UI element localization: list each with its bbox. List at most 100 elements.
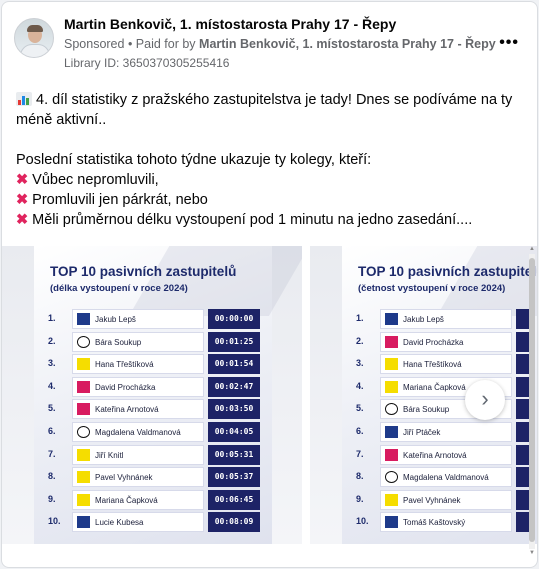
ad-card: Martin Benkovič, 1. místostarosta Prahy … — [1, 1, 538, 568]
paid-for-prefix: Paid for by — [135, 37, 200, 51]
ranking-row: 10. Lucie Kubesa 00:08:09 — [48, 511, 262, 534]
ranking-row: 1. Jakub Lepš 00:00:00 — [48, 308, 262, 331]
party-logo-icon — [385, 313, 398, 325]
party-logo-icon — [385, 358, 398, 371]
ranking-row: 2. David Procházka — [356, 331, 537, 354]
name-cell: Jakub Lepš — [72, 309, 204, 329]
rank-number: 1. — [356, 313, 364, 323]
name-cell: Jiří Knitl — [72, 444, 204, 465]
carousel-slide-1[interactable]: TOP 10 pasivních zastupitelů (délka vyst… — [2, 246, 302, 544]
name-cell: Kateřina Arnotová — [72, 399, 204, 420]
rank-number: 7. — [48, 448, 56, 459]
rank-number: 10. — [48, 516, 61, 527]
name-cell: Lucie Kubesa — [72, 512, 204, 533]
party-logo-icon — [385, 493, 398, 506]
cross-mark-icon: ✖ — [16, 192, 29, 208]
representative-name: Jiří Knitl — [95, 450, 124, 460]
representative-name: Pavel Vyhnánek — [95, 473, 153, 483]
rank-number: 3. — [356, 358, 364, 369]
name-cell: Jiří Ptáček — [380, 421, 512, 442]
representative-name: Lucie Kubesa — [95, 518, 144, 528]
ranking-row: 4. David Procházka 00:02:47 — [48, 376, 262, 399]
rank-number: 4. — [48, 380, 56, 391]
name-cell: Tomáš Kaštovský — [380, 512, 512, 533]
party-logo-icon — [385, 380, 398, 393]
library-id: Library ID: 3650370305255416 — [64, 56, 230, 70]
representative-name: Pavel Vyhnánek — [403, 495, 461, 505]
scroll-down-arrow[interactable]: ▼ — [529, 550, 535, 556]
name-cell: Jakub Lepš — [380, 309, 512, 329]
rank-number: 1. — [48, 313, 56, 323]
rank-number: 7. — [356, 448, 364, 459]
ranking-row: 1. Jakub Lepš — [356, 308, 537, 331]
party-logo-icon — [77, 448, 90, 461]
paid-for-by-link[interactable]: Martin Benkovič, 1. místostarosta Prahy … — [199, 37, 496, 51]
value-cell: 00:03:50 — [208, 399, 260, 420]
ranking-row: 8. Magdalena Valdmanová — [356, 466, 537, 489]
bullet-3: ✖ Měli průměrnou délku vystoupení pod 1 m… — [16, 212, 473, 228]
representative-name: Hana Třeštíková — [95, 360, 154, 370]
representative-name: Mariana Čapková — [403, 382, 466, 392]
page-name-link[interactable]: Martin Benkovič, 1. místostarosta Prahy … — [64, 16, 396, 32]
text-line-1: 4. díl statistiky z pražského zastupitel… — [16, 90, 523, 110]
name-cell: Magdalena Valdmanová — [380, 467, 512, 488]
post-text: 4. díl statistiky z pražského zastupitel… — [16, 90, 523, 230]
sponsored-label: Sponsored — [64, 37, 125, 51]
more-horizontal-icon[interactable]: ••• — [499, 34, 519, 52]
representative-name: Jakub Lepš — [95, 315, 136, 324]
ranking-row: 4. Mariana Čapková — [356, 376, 537, 399]
rank-number: 8. — [356, 471, 364, 482]
name-cell: David Procházka — [380, 331, 512, 352]
poster-title: TOP 10 pasivních zastupitelů — [50, 264, 237, 279]
chevron-right-icon[interactable]: › — [465, 380, 505, 420]
representative-name: David Procházka — [403, 337, 464, 347]
rank-number: 6. — [356, 425, 364, 436]
name-cell: David Procházka — [72, 376, 204, 397]
scrollbar-thumb[interactable] — [529, 258, 535, 542]
rank-number: 5. — [356, 403, 364, 414]
party-logo-icon — [77, 335, 90, 348]
party-logo-icon — [77, 516, 90, 529]
representative-name: Bára Soukup — [95, 337, 142, 347]
poster-image: TOP 10 pasivních zastupitelů (četnost vy… — [342, 246, 537, 544]
representative-name: David Procházka — [95, 382, 156, 392]
poster-subtitle: (délka vystoupení v roce 2024) — [50, 283, 188, 294]
party-logo-icon — [77, 313, 90, 325]
rank-number: 8. — [48, 471, 56, 482]
ranking-row: 3. Hana Třeštíková — [356, 353, 537, 376]
ranking-row: 6. Magdalena Valdmanová 00:04:05 — [48, 421, 262, 444]
ranking-list: 1. Jakub Lepš 2. David Procházka 3. Hana Třeš… — [356, 308, 537, 534]
rank-number: 6. — [48, 425, 56, 436]
text-line-2: méně aktivní.. — [16, 112, 107, 128]
party-logo-icon — [385, 516, 398, 529]
representative-name: Jakub Lepš — [403, 315, 444, 324]
representative-name: Mariana Čapková — [95, 495, 158, 505]
ranking-row: 7. Jiří Knitl 00:05:31 — [48, 444, 262, 467]
value-cell: 00:06:45 — [208, 489, 260, 510]
ranking-row: 6. Jiří Ptáček — [356, 421, 537, 444]
value-cell: 00:01:25 — [208, 331, 260, 352]
representative-name: Magdalena Valdmanová — [95, 427, 181, 437]
name-cell: Mariana Čapková — [72, 489, 204, 510]
representative-name: Kateřina Arnotová — [95, 405, 159, 415]
scroll-up-arrow[interactable]: ▲ — [529, 246, 535, 252]
scrollbar[interactable] — [529, 254, 535, 549]
party-logo-icon — [77, 471, 90, 484]
value-cell: 00:05:31 — [208, 444, 260, 465]
rank-number: 4. — [356, 380, 364, 391]
avatar[interactable] — [14, 18, 54, 58]
value-cell: 00:01:54 — [208, 354, 260, 375]
ranking-row: 9. Pavel Vyhnánek — [356, 489, 537, 512]
rank-number: 2. — [356, 335, 364, 346]
value-cell: 00:08:09 — [208, 512, 260, 533]
party-logo-icon — [77, 380, 90, 393]
rank-number: 10. — [356, 516, 369, 527]
rank-number: 3. — [48, 358, 56, 369]
name-cell: Bára Soukup — [72, 331, 204, 352]
representative-name: Kateřina Arnotová — [403, 450, 467, 460]
rank-number: 2. — [48, 335, 56, 346]
ranking-row: 3. Hana Třeštíková 00:01:54 — [48, 353, 262, 376]
sponsored-line: Sponsored • Paid for by Martin Benkovič,… — [64, 37, 496, 51]
text-line-3: Poslední statistika tohoto týdne ukazuje… — [16, 152, 372, 168]
name-cell: Pavel Vyhnánek — [380, 489, 512, 510]
